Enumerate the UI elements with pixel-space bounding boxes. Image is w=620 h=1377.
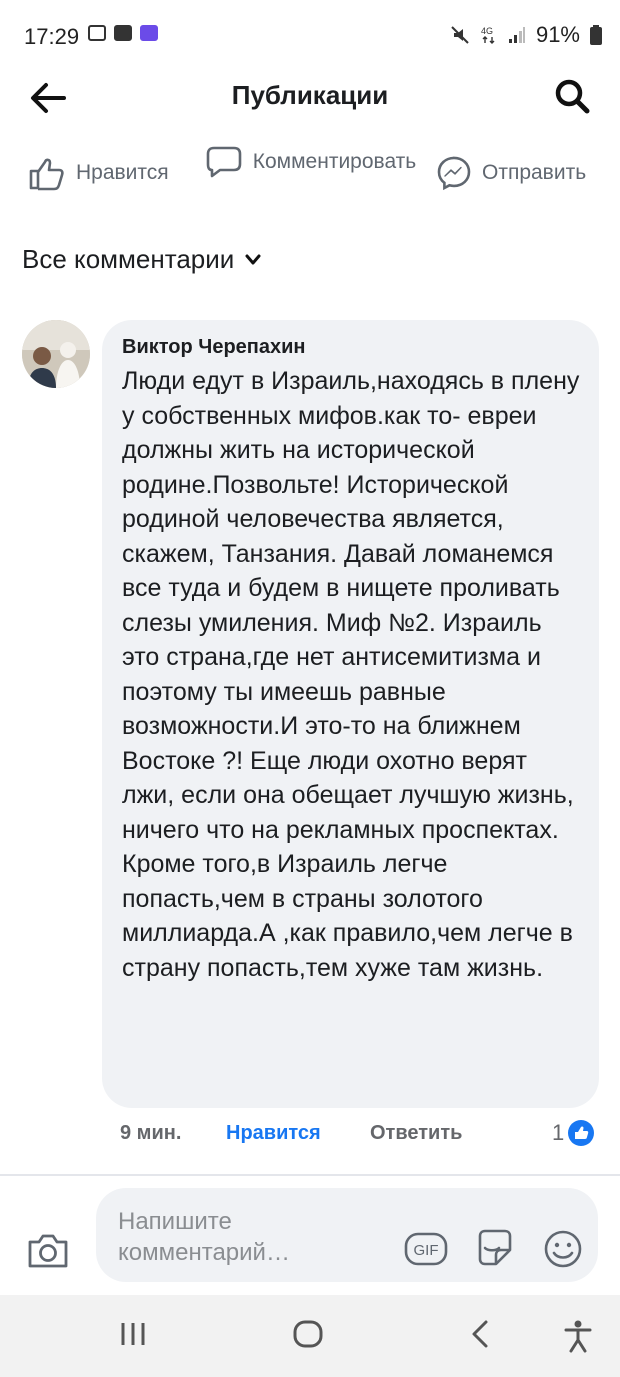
comment-meta: 9 мин. Нравится Ответить 1 [120, 1120, 600, 1150]
gif-button[interactable]: GIF [404, 1232, 448, 1271]
page-title: Публикации [231, 80, 389, 110]
avatar[interactable] [22, 320, 90, 388]
sim-icon [88, 25, 106, 41]
svg-text:GIF: GIF [414, 1242, 439, 1259]
send-post-button[interactable]: Отправить [436, 155, 586, 191]
4g-icon: 4G [481, 26, 495, 44]
sticker-icon [478, 1229, 512, 1266]
comment-composer: Напишите комментарий… GIF [0, 1188, 620, 1288]
comment-input[interactable]: Напишите комментарий… GIF [96, 1188, 598, 1282]
status-bar: 17:29 4G 91% [0, 0, 620, 72]
comment-filter-dropdown[interactable]: Все комментарии [22, 244, 262, 275]
avatar-photo [22, 320, 90, 388]
recent-apps-icon [121, 1323, 145, 1345]
emoji-button[interactable] [542, 1228, 584, 1275]
gif-icon: GIF [404, 1232, 448, 1266]
speech-bubble-icon [206, 146, 242, 178]
status-time: 17:29 [24, 24, 80, 49]
search-icon [555, 79, 590, 114]
comment-reply-button[interactable]: Ответить [370, 1122, 462, 1145]
system-navigation-bar [0, 1295, 620, 1377]
comment-filter-label: Все комментарии [22, 244, 235, 274]
like-post-label: Нравится [76, 161, 169, 184]
thumbs-up-icon [29, 158, 64, 191]
svg-text:4G: 4G [481, 26, 493, 36]
send-post-label: Отправить [482, 161, 587, 184]
comment-reaction-count[interactable]: 1 [552, 1120, 595, 1146]
like-post-button[interactable]: Нравится [28, 155, 169, 191]
divider [0, 1174, 620, 1176]
signal-icon [508, 27, 525, 43]
messenger-app-icon [140, 25, 158, 41]
mute-icon [451, 26, 469, 44]
camera-icon [28, 1234, 68, 1268]
battery-percent: 91% [535, 22, 580, 47]
comment-post-button[interactable]: Комментировать [206, 145, 417, 179]
back-nav-button[interactable] [466, 1319, 494, 1354]
like-reaction-icon [568, 1120, 595, 1146]
camera-button[interactable] [26, 1232, 70, 1275]
recent-apps-button[interactable] [118, 1319, 148, 1354]
comment-input-placeholder: Напишите комментарий… [118, 1208, 290, 1266]
home-icon [293, 1320, 323, 1348]
comment-post-label: Комментировать [252, 150, 417, 173]
comment-author[interactable]: Виктор Черепахин [122, 336, 306, 359]
accessibility-icon [564, 1320, 592, 1353]
comment-text: Люди едут в Израиль,находясь в плену у с… [122, 367, 580, 982]
like-count: 1 [552, 1120, 565, 1145]
sticker-button[interactable] [474, 1228, 516, 1275]
accessibility-button[interactable] [562, 1319, 594, 1358]
app-icon [114, 25, 132, 41]
status-system-icons: 4G 91% [450, 22, 602, 48]
back-chevron-icon [472, 1320, 488, 1348]
comment-like-button[interactable]: Нравится [226, 1122, 321, 1145]
search-button[interactable] [552, 76, 592, 121]
battery-icon [590, 25, 602, 45]
comment-time[interactable]: 9 мин. [120, 1122, 181, 1145]
emoji-icon [544, 1230, 582, 1268]
messenger-icon [437, 156, 471, 191]
comment-bubble[interactable]: Виктор Черепахин Люди едут в Израиль,нах… [102, 320, 599, 1108]
status-notification-icons [88, 25, 158, 41]
app-bar: Публикации [0, 72, 620, 122]
post-actions: Нравится Комментировать Отправить [0, 145, 620, 205]
home-button[interactable] [292, 1319, 324, 1354]
chevron-down-icon [245, 254, 261, 264]
